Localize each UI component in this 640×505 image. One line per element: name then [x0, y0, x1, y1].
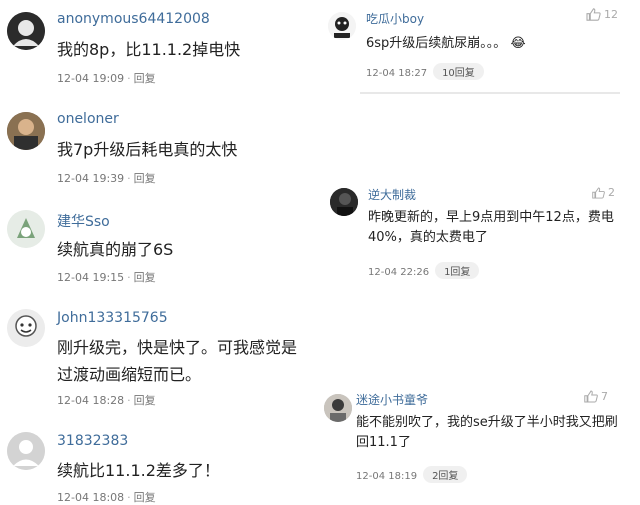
thumbs-up-icon [592, 186, 605, 199]
comment-text: 能不能别吹了，我的se升级了半小时我又把刷回11.1了 [356, 415, 618, 450]
comment-text: 续航真的崩了6S [57, 240, 174, 259]
reply-count-button[interactable]: 10回复 [433, 63, 484, 80]
timestamp: 12-04 18:28 [57, 394, 125, 407]
avatar[interactable] [7, 12, 45, 50]
comment-meta: 12-04 19:09 · 回复 [57, 72, 156, 85]
avatar[interactable] [324, 394, 352, 422]
username[interactable]: anonymous64412008 [57, 11, 210, 27]
timestamp: 12-04 19:15 [57, 271, 125, 284]
like-button[interactable]: 7 [584, 390, 608, 403]
like-button[interactable]: 12 [586, 8, 618, 21]
username[interactable]: 迷途小书童爷 [356, 391, 428, 408]
username[interactable]: 逆大制裁 [368, 186, 416, 203]
comment-meta: 12-04 22:26 1回复 [368, 262, 480, 279]
avatar[interactable] [7, 309, 45, 347]
like-count: 2 [608, 186, 615, 199]
comment-meta: 12-04 18:28 · 回复 [57, 394, 156, 407]
username[interactable]: oneloner [57, 111, 119, 127]
comment-meta: 12-04 19:15 · 回复 [57, 271, 156, 284]
reply-count-button[interactable]: 1回复 [435, 262, 480, 279]
avatar[interactable] [7, 432, 45, 470]
comment-body: 6sp升级后续航尿崩。。。 [366, 36, 507, 51]
comment-text: 续航比11.1.2差多了！ [57, 461, 220, 480]
timestamp: 12-04 22:26 [368, 267, 430, 278]
comment-text: 我的8p，比11.1.2掉电快 [57, 40, 241, 59]
laughing-emoji-icon: 😂 [510, 36, 526, 51]
thumbs-up-icon [586, 8, 601, 21]
timestamp: 12-04 18:27 [366, 68, 428, 79]
reply-button[interactable]: 回复 [134, 491, 156, 504]
timestamp: 12-04 19:39 [57, 172, 125, 185]
comment-meta: 12-04 19:39 · 回复 [57, 172, 156, 185]
avatar[interactable] [330, 188, 358, 216]
like-count: 12 [604, 8, 618, 21]
timestamp: 12-04 19:09 [57, 72, 125, 85]
username[interactable]: 建华Sso [57, 211, 110, 231]
divider [360, 92, 620, 94]
reply-count-button[interactable]: 2回复 [423, 466, 468, 483]
reply-button[interactable]: 回复 [134, 172, 156, 185]
reply-button[interactable]: 回复 [134, 72, 156, 85]
comment-text: 我7p升级后耗电真的太快 [57, 140, 238, 159]
like-count: 7 [601, 390, 608, 403]
avatar[interactable] [7, 210, 45, 248]
reply-button[interactable]: 回复 [134, 394, 156, 407]
comment-text: 刚升级完，快是快了。可我感觉是过渡动画缩短而已。 [57, 338, 298, 384]
right-comment-column: 吃瓜小boy 12 6sp升级后续航尿崩。。。 😂 12-04 18:27 10回… [318, 0, 640, 496]
username[interactable]: 31832383 [57, 433, 128, 449]
timestamp: 12-04 18:08 [57, 491, 125, 504]
comment-text: 6sp升级后续航尿崩。。。 😂 [366, 34, 616, 54]
comment-meta: 12-04 18:08 · 回复 [57, 491, 156, 504]
thumbs-up-icon [584, 390, 598, 403]
avatar[interactable] [328, 12, 356, 40]
left-comment-column: anonymous64412008 我的8p，比11.1.2掉电快 12-04 … [0, 0, 318, 504]
timestamp: 12-04 18:19 [356, 471, 418, 482]
like-button[interactable]: 2 [592, 186, 615, 199]
comment-meta: 12-04 18:19 2回复 [356, 466, 468, 483]
reply-button[interactable]: 回复 [134, 271, 156, 284]
username[interactable]: 吃瓜小boy [366, 10, 424, 27]
username[interactable]: John133315765 [57, 310, 168, 326]
comment-text: 昨晚更新的，早上9点用到中午12点，费电40%，真的太费电了 [368, 210, 614, 245]
comment-meta: 12-04 18:27 10回复 [366, 63, 484, 80]
avatar[interactable] [7, 112, 45, 150]
